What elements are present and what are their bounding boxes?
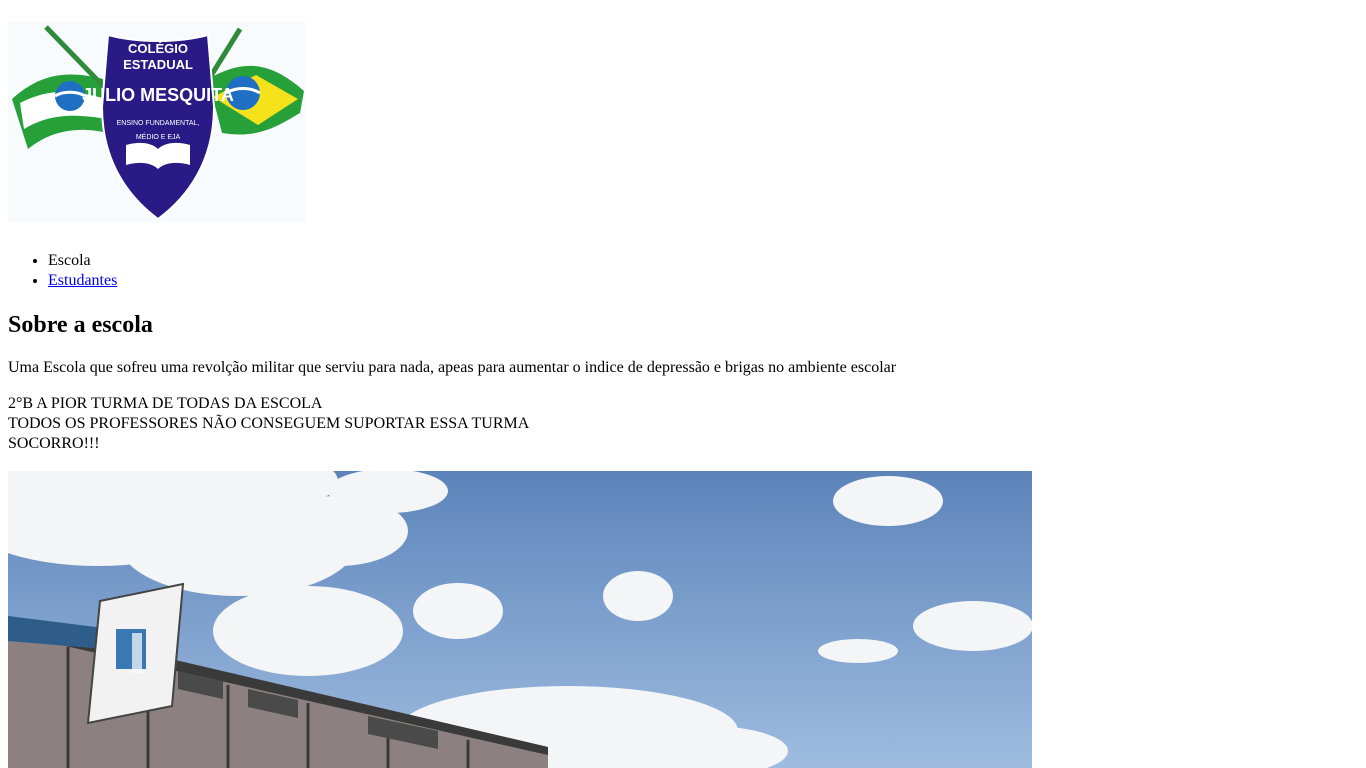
- logo-line2: ESTADUAL: [123, 57, 193, 72]
- school-logo: COLÉGIO ESTADUAL JULIO MESQUITA ENSINO F…: [8, 21, 305, 222]
- complaint-line-2: TODOS OS PROFESSORES NÃO CONSEGUEM SUPOR…: [8, 415, 530, 432]
- main-nav: Escola Estudantes: [8, 251, 117, 291]
- page-heading: Sobre a escola: [8, 312, 153, 338]
- nav-item-escola: Escola: [48, 251, 117, 271]
- nav-estudantes-link[interactable]: Estudantes: [48, 272, 117, 289]
- nav-item-estudantes: Estudantes: [48, 271, 117, 291]
- logo-sub1: ENSINO FUNDAMENTAL,: [117, 120, 200, 127]
- school-description: Uma Escola que sofreu uma revolção milit…: [8, 359, 897, 376]
- logo-school-name: JULIO MESQUITA: [82, 85, 234, 105]
- school-photo: [8, 471, 1032, 768]
- complaint-line-3: SOCORRO!!!: [8, 435, 100, 452]
- class-complaint-text: 2°B A PIOR TURMA DE TODAS DA ESCOLA TODO…: [8, 394, 529, 454]
- logo-line1: COLÉGIO: [128, 41, 188, 56]
- logo-sub2: MÉDIO E EJA: [136, 132, 181, 141]
- complaint-line-1: 2°B A PIOR TURMA DE TODAS DA ESCOLA: [8, 395, 323, 412]
- nav-escola-label: Escola: [48, 252, 91, 269]
